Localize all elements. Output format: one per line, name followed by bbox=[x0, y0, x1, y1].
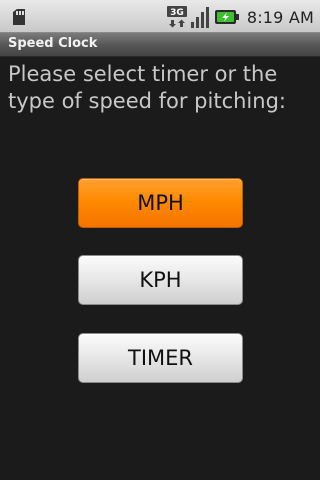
timer-button-label: TIMER bbox=[128, 346, 193, 370]
app-title: Speed Clock bbox=[8, 36, 98, 51]
mph-button-label: MPH bbox=[137, 191, 184, 215]
timer-button[interactable]: TIMER bbox=[78, 333, 243, 383]
mph-button[interactable]: MPH bbox=[78, 178, 243, 228]
app-title-bar: Speed Clock bbox=[0, 33, 320, 57]
clock-time: 8:19 AM bbox=[246, 7, 314, 27]
kph-button-label: KPH bbox=[139, 268, 182, 292]
kph-button[interactable]: KPH bbox=[78, 255, 243, 305]
phone-screen: 3G 8:19 AM Speed Clock Please select tim… bbox=[0, 0, 320, 480]
3g-network-icon: 3G bbox=[166, 6, 187, 28]
status-bar: 3G 8:19 AM bbox=[0, 0, 320, 33]
sd-card-icon bbox=[13, 9, 25, 25]
svg-text:3G: 3G bbox=[170, 8, 184, 18]
battery-charging-icon bbox=[214, 10, 239, 24]
signal-strength-icon bbox=[190, 7, 209, 28]
status-icons: 3G 8:19 AM bbox=[166, 5, 314, 29]
instruction-text: Please select timer or the type of speed… bbox=[8, 62, 286, 113]
